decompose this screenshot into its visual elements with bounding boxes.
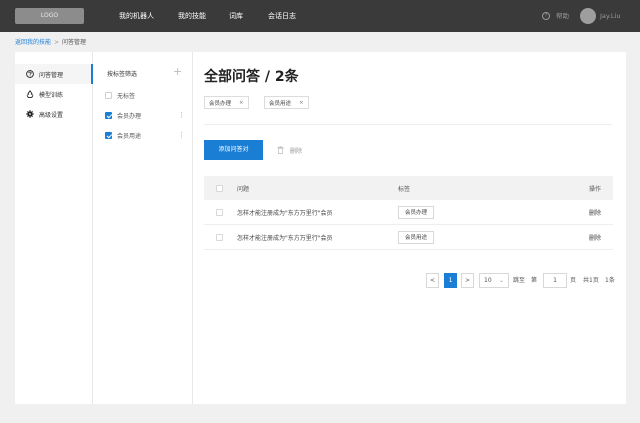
filter-tag-no-tag[interactable]: 无标签 bbox=[105, 88, 185, 102]
chip-label: 会员办理 bbox=[209, 100, 232, 107]
sidebar-item-label: 模型训练 bbox=[39, 91, 64, 99]
nav-session-logs[interactable]: 会话日志 bbox=[268, 0, 296, 32]
select-all-cell bbox=[216, 176, 223, 200]
page-size-select[interactable]: 10 ⌄ bbox=[479, 273, 509, 288]
row-tag-cell: 会员办理 bbox=[398, 200, 435, 224]
sidebar-item-label: 高级设置 bbox=[39, 111, 64, 119]
trash-icon[interactable] bbox=[277, 146, 284, 154]
filter-tag-label: 会员用途 bbox=[117, 132, 142, 140]
row-checkbox[interactable] bbox=[216, 233, 223, 241]
row-tag: 会员办理 bbox=[398, 205, 435, 219]
total-items-label: 1条 bbox=[605, 277, 615, 284]
row-select-cell bbox=[216, 225, 223, 249]
row-question[interactable]: 怎样才能注册成为"东方万里行"会员 bbox=[237, 200, 333, 224]
more-vertical-icon[interactable]: ⋮ bbox=[178, 131, 185, 139]
avatar[interactable] bbox=[580, 8, 596, 24]
row-tag-cell: 会员用途 bbox=[398, 225, 435, 249]
active-filter-chip: 会员用途 × bbox=[264, 96, 309, 109]
filter-tag-membership-use[interactable]: 会员用途 ⋮ bbox=[105, 128, 185, 142]
filter-checkbox[interactable] bbox=[105, 131, 112, 139]
breadcrumb-back-link[interactable]: 返回我的技能 bbox=[15, 39, 51, 46]
chevron-down-icon: ⌄ bbox=[498, 277, 504, 284]
filter-checkbox[interactable] bbox=[105, 91, 112, 99]
pagination-prev-button[interactable]: < bbox=[426, 273, 439, 288]
sidebar-item-model-training[interactable]: 模型训练 bbox=[15, 84, 92, 104]
tag-filter-panel: 按标签筛选 + 无标签 会员办理 ⋮ 会员用途 ⋮ bbox=[93, 52, 193, 404]
sidebar-item-advanced-settings[interactable]: 高级设置 bbox=[15, 104, 92, 124]
breadcrumb: 返回我的技能 > 问答管理 bbox=[15, 37, 86, 46]
sidebar: 问答管理 模型训练 高级设置 bbox=[15, 52, 93, 404]
row-tag: 会员用途 bbox=[398, 230, 435, 244]
delete-button[interactable]: 删除 bbox=[290, 146, 302, 155]
page-title: 全部问答 / 2条 bbox=[204, 69, 299, 85]
row-delete-button[interactable]: 删除 bbox=[589, 225, 601, 249]
page-size-value: 10 bbox=[484, 277, 492, 284]
chip-label: 会员用途 bbox=[269, 100, 292, 107]
table-row: 怎样才能注册成为"东方万里行"会员 会员办理 删除 bbox=[204, 200, 613, 225]
filter-checkbox[interactable] bbox=[105, 111, 112, 119]
filter-tag-label: 会员办理 bbox=[117, 112, 142, 120]
close-icon[interactable]: × bbox=[239, 100, 244, 106]
page-suffix-label: 页 bbox=[570, 277, 577, 284]
jump-label: 跳至 bbox=[513, 277, 526, 284]
breadcrumb-separator: > bbox=[54, 39, 60, 46]
nav-my-robots[interactable]: 我的机器人 bbox=[119, 0, 154, 32]
username[interactable]: Jay.Liu bbox=[600, 0, 620, 32]
pagination-page-button[interactable]: 1 bbox=[444, 273, 457, 288]
close-icon[interactable]: × bbox=[299, 100, 304, 106]
sidebar-item-qa-management[interactable]: 问答管理 bbox=[15, 64, 93, 84]
filter-tag-label: 无标签 bbox=[117, 92, 136, 100]
help-icon[interactable]: ? bbox=[542, 12, 550, 20]
qa-table: 问题 标签 操作 怎样才能注册成为"东方万里行"会员 会员办理 删除 怎样才能注… bbox=[204, 176, 613, 250]
pagination-next-button[interactable]: > bbox=[461, 273, 474, 288]
table-row: 怎样才能注册成为"东方万里行"会员 会员用途 删除 bbox=[204, 225, 613, 250]
top-navigation-bar: LOGO 我的机器人 我的技能 词库 会话日志 ? 帮助 Jay.Liu bbox=[0, 0, 640, 32]
row-checkbox[interactable] bbox=[216, 208, 223, 216]
nav-lexicon[interactable]: 词库 bbox=[229, 0, 243, 32]
total-pages-label: 共1页 bbox=[583, 277, 599, 284]
select-all-checkbox[interactable] bbox=[216, 184, 223, 192]
column-header-action: 操作 bbox=[589, 185, 602, 193]
plus-icon[interactable]: + bbox=[173, 65, 182, 78]
nav-my-skills[interactable]: 我的技能 bbox=[178, 0, 206, 32]
page-jump-input[interactable]: 1 bbox=[543, 273, 567, 288]
add-qa-pair-button[interactable]: 添加问答对 bbox=[204, 140, 263, 160]
divider bbox=[204, 124, 612, 125]
filter-title: 按标签筛选 bbox=[107, 71, 138, 78]
filter-tag-membership-apply[interactable]: 会员办理 ⋮ bbox=[105, 108, 185, 122]
help-link[interactable]: 帮助 bbox=[556, 0, 569, 32]
gear-icon bbox=[26, 110, 34, 118]
column-header-tag: 标签 bbox=[398, 185, 411, 193]
row-question[interactable]: 怎样才能注册成为"东方万里行"会员 bbox=[237, 225, 333, 249]
row-delete-button[interactable]: 删除 bbox=[589, 200, 601, 224]
main-panel: 问答管理 模型训练 高级设置 按标签筛选 + 无标签 会员办理 ⋮ 会员用途 ⋮… bbox=[15, 52, 626, 404]
table-header: 问题 标签 操作 bbox=[204, 176, 613, 200]
row-select-cell bbox=[216, 200, 223, 224]
page-prefix-label: 第 bbox=[531, 277, 538, 284]
sidebar-item-label: 问答管理 bbox=[39, 71, 64, 79]
qa-content: 全部问答 / 2条 会员办理 × 会员用途 × 添加问答对 删除 问题 标签 操… bbox=[193, 52, 626, 404]
column-header-question: 问题 bbox=[237, 185, 250, 193]
more-vertical-icon[interactable]: ⋮ bbox=[178, 111, 185, 119]
logo[interactable]: LOGO bbox=[15, 8, 84, 24]
active-filter-chip: 会员办理 × bbox=[204, 96, 249, 109]
recycle-icon bbox=[26, 90, 34, 98]
breadcrumb-current: 问答管理 bbox=[62, 39, 87, 46]
question-circle-icon bbox=[26, 70, 34, 78]
